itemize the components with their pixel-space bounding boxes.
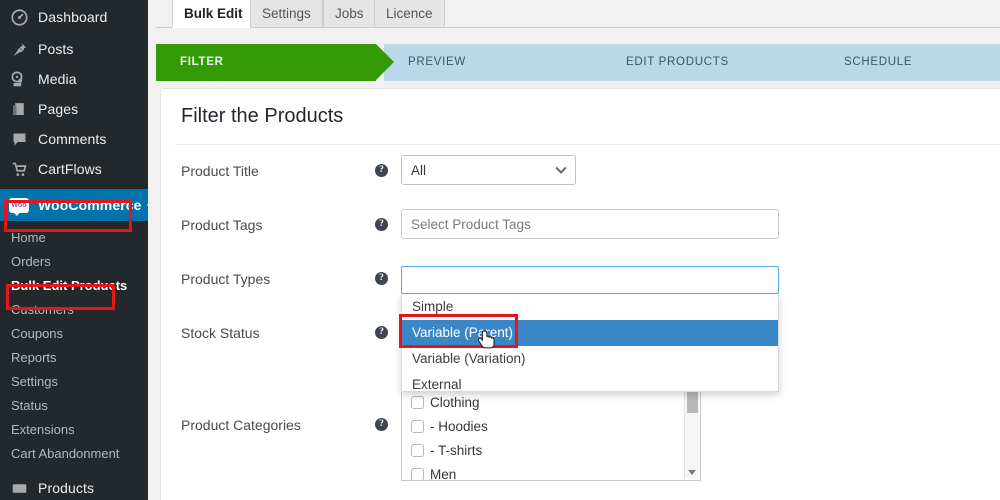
product-categories-list[interactable]: Clothing - Hoodies - T-shirts Men: [401, 389, 701, 481]
sidebar-item-dashboard[interactable]: Dashboard: [0, 0, 148, 34]
dropdown-option-variable-variation[interactable]: Variable (Variation): [402, 346, 778, 372]
page-title: Filter the Products: [181, 105, 344, 127]
sidebar-item-media[interactable]: Media: [0, 64, 148, 94]
mouse-cursor: [477, 330, 498, 359]
step-arrow-tip: [376, 44, 394, 80]
sidebar-item-home[interactable]: Home: [0, 226, 148, 250]
sidebar-item-bulk-edit-products[interactable]: Bulk Edit Products: [0, 274, 148, 298]
step-arrow-tip: [822, 44, 840, 80]
scrollbar[interactable]: [684, 391, 699, 479]
field-label-product-tags: Product Tags: [181, 217, 263, 233]
media-icon: [9, 69, 29, 89]
step-arrow-tip: [604, 44, 622, 80]
checkbox[interactable]: [411, 467, 424, 480]
category-label: - T-shirts: [430, 442, 483, 458]
sidebar-item-settings[interactable]: Settings: [0, 370, 148, 394]
product-tags-placeholder: Select Product Tags: [411, 217, 531, 232]
sidebar-item-posts[interactable]: Posts: [0, 34, 148, 64]
woocommerce-icon: Woo: [9, 197, 29, 216]
list-item[interactable]: - Hoodies: [402, 414, 700, 438]
tab-licence[interactable]: Licence: [374, 0, 445, 28]
tab-bulk-edit[interactable]: Bulk Edit: [172, 0, 255, 28]
sidebar-item-products[interactable]: Products: [0, 473, 148, 500]
checkbox[interactable]: [411, 443, 424, 457]
checkbox[interactable]: [411, 419, 424, 433]
step-preview[interactable]: PREVIEW: [384, 44, 622, 81]
product-types-dropdown: Simple Variable (Parent) Variable (Varia…: [401, 294, 779, 392]
main-content: Bulk Edit Settings Jobs Licence FILTER P…: [148, 0, 1000, 500]
tab-settings[interactable]: Settings: [250, 0, 323, 28]
sidebar-item-cart-abandonment[interactable]: Cart Abandonment: [0, 442, 148, 466]
step-schedule[interactable]: SCHEDULE: [820, 44, 1000, 81]
step-edit-products[interactable]: EDIT PRODUCTS: [602, 44, 840, 81]
field-label-product-title: Product Title: [181, 163, 259, 179]
help-icon[interactable]: ?: [375, 218, 388, 231]
chevron-down-icon: [555, 162, 567, 174]
step-label: FILTER: [180, 56, 224, 68]
admin-sidebar: Dashboard Posts Media Pages Comments Car…: [0, 0, 148, 500]
sidebar-item-reports[interactable]: Reports: [0, 346, 148, 370]
step-filter[interactable]: FILTER: [156, 44, 394, 81]
dropdown-option-variable-parent[interactable]: Variable (Parent): [402, 320, 778, 346]
step-wizard: FILTER PREVIEW EDIT PRODUCTS SCHEDULE: [156, 44, 1000, 81]
products-icon: [9, 478, 29, 498]
sidebar-item-orders[interactable]: Orders: [0, 250, 148, 274]
sidebar-item-label: Posts: [38, 41, 74, 57]
sidebar-item-label: Pages: [38, 101, 79, 117]
step-label: SCHEDULE: [844, 56, 913, 68]
title-divider: [175, 144, 1000, 145]
field-label-stock-status: Stock Status: [181, 325, 260, 341]
dashboard-icon: [9, 7, 29, 27]
filter-card: Filter the Products Product Title ? All …: [160, 88, 1000, 500]
category-label: Men: [430, 466, 457, 481]
comment-icon: [9, 129, 29, 149]
sidebar-item-label: Dashboard: [38, 9, 108, 25]
dropdown-option-simple[interactable]: Simple: [402, 294, 778, 320]
scroll-down-arrow-icon[interactable]: [688, 470, 696, 475]
sidebar-submenu: Home Orders Bulk Edit Products Customers…: [0, 226, 148, 466]
sidebar-item-status[interactable]: Status: [0, 394, 148, 418]
sidebar-item-customers[interactable]: Customers: [0, 298, 148, 322]
product-types-input[interactable]: [401, 266, 779, 294]
help-icon[interactable]: ?: [375, 272, 388, 285]
category-label: - Hoodies: [430, 418, 488, 434]
cart-icon: [9, 159, 29, 179]
product-title-value: All: [411, 163, 427, 178]
field-label-product-types: Product Types: [181, 271, 271, 287]
sidebar-item-label: Media: [38, 71, 77, 87]
dropdown-option-external[interactable]: External: [402, 372, 778, 398]
sidebar-item-pages[interactable]: Pages: [0, 94, 148, 124]
sidebar-item-comments[interactable]: Comments: [0, 124, 148, 154]
help-icon[interactable]: ?: [375, 164, 388, 177]
pin-icon: [9, 39, 29, 59]
help-icon[interactable]: ?: [375, 326, 388, 339]
field-label-product-categories: Product Categories: [181, 417, 301, 433]
pages-icon: [9, 99, 29, 119]
list-item[interactable]: - T-shirts: [402, 438, 700, 462]
list-item[interactable]: Men: [402, 462, 700, 481]
tab-bar: Bulk Edit Settings Jobs Licence: [156, 0, 1000, 28]
sidebar-item-label: Products: [38, 480, 95, 496]
help-icon[interactable]: ?: [375, 418, 388, 431]
sidebar-item-woocommerce[interactable]: Woo WooCommerce: [0, 189, 148, 221]
tab-jobs[interactable]: Jobs: [323, 0, 376, 28]
sidebar-item-label: Comments: [38, 131, 107, 147]
product-tags-input[interactable]: Select Product Tags: [401, 209, 779, 239]
step-label: EDIT PRODUCTS: [626, 56, 729, 68]
step-label: PREVIEW: [408, 56, 466, 68]
sidebar-item-label: CartFlows: [38, 161, 102, 177]
sidebar-item-label: WooCommerce: [38, 197, 142, 213]
app-window: Dashboard Posts Media Pages Comments Car…: [0, 0, 1000, 500]
product-title-select[interactable]: All: [401, 155, 576, 185]
sidebar-item-cartflows[interactable]: CartFlows: [0, 154, 148, 184]
sidebar-item-extensions[interactable]: Extensions: [0, 418, 148, 442]
sidebar-item-coupons[interactable]: Coupons: [0, 322, 148, 346]
